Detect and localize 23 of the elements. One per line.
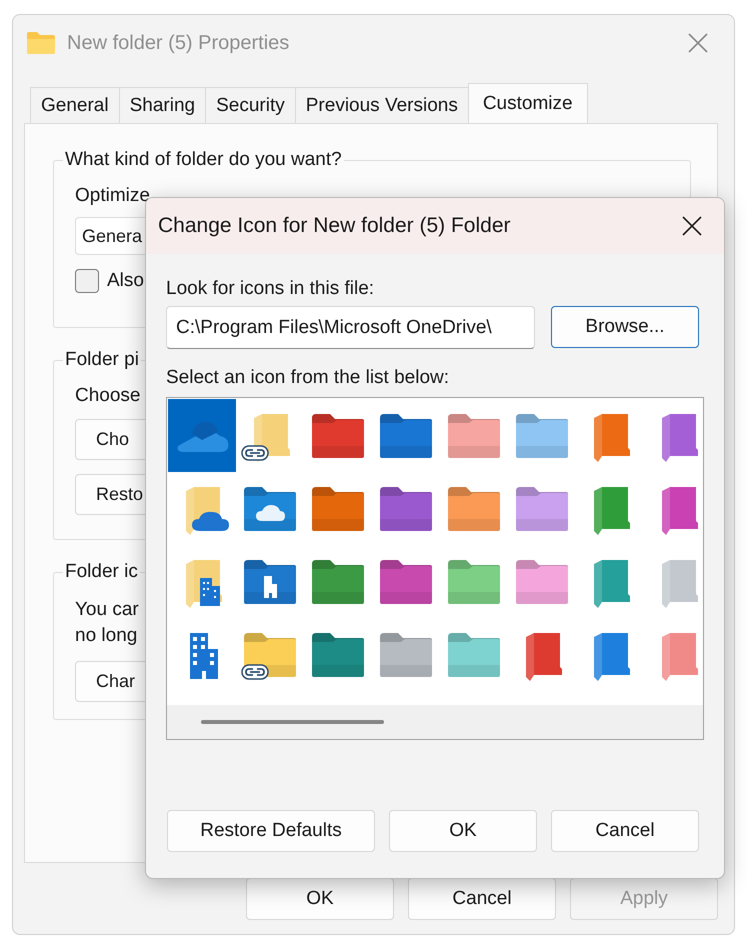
group-text: Choose xyxy=(75,385,140,407)
tab[interactable]: General xyxy=(30,87,120,123)
dialog-title: Change Icon for New folder (5) Folder xyxy=(158,214,512,238)
file-label: Look for icons in this file: xyxy=(166,278,374,300)
checkbox[interactable] xyxy=(75,269,99,293)
group-text: You car no long xyxy=(75,598,139,648)
browse-button[interactable]: Browse... xyxy=(551,306,699,348)
group-legend: Folder pi xyxy=(63,349,141,371)
file-path-field[interactable]: C:\Program Files\Microsoft OneDrive\ xyxy=(166,306,535,349)
dialog-button[interactable]: OK xyxy=(389,810,537,852)
dialog-button[interactable]: Restore Defaults xyxy=(167,810,375,852)
tab[interactable]: Customize xyxy=(468,83,588,123)
window-title: New folder (5) Properties xyxy=(67,32,290,54)
list-label: Select an icon from the list below: xyxy=(166,367,450,389)
checkbox-label: Also xyxy=(107,270,144,292)
dialog-button[interactable]: Cancel xyxy=(551,810,699,852)
folder-icon xyxy=(27,32,55,54)
scrollbar-thumb[interactable] xyxy=(201,720,384,724)
optimize-label: Optimize xyxy=(75,185,150,207)
group-legend: What kind of folder do you want? xyxy=(63,149,344,171)
close-icon[interactable] xyxy=(682,216,702,236)
dialog-button[interactable]: Cancel xyxy=(408,878,556,920)
dialog-button[interactable]: OK xyxy=(246,878,394,920)
